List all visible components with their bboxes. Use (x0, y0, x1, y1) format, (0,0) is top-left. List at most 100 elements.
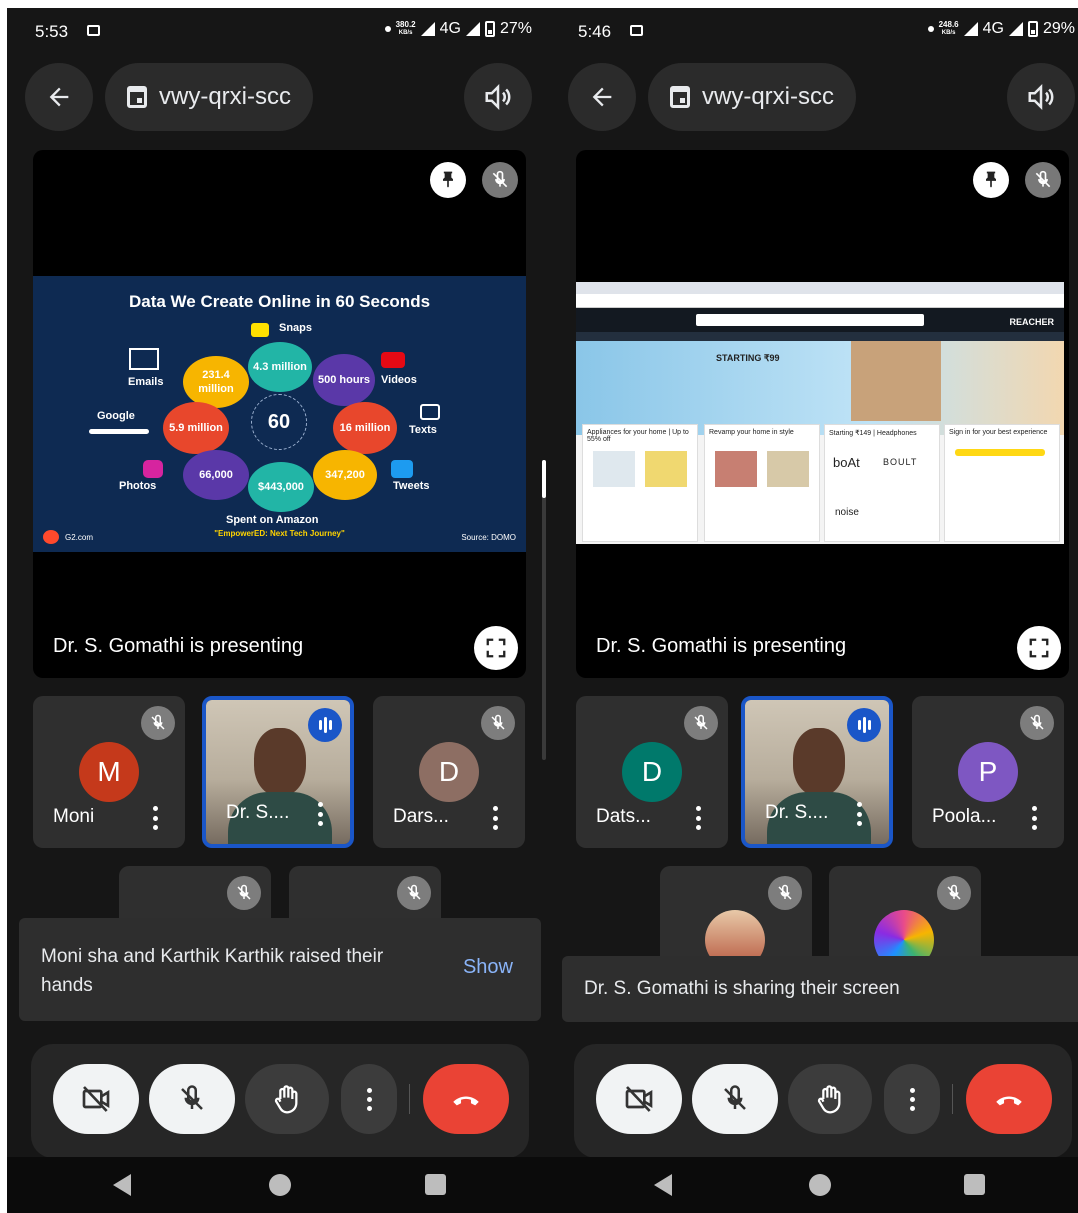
raise-hand-button[interactable] (788, 1064, 872, 1134)
meeting-info-button[interactable]: vwy-qrxi-scc (648, 63, 856, 131)
pin-icon (986, 171, 996, 188)
status-time: 5:53 (35, 22, 69, 41)
fullscreen-button[interactable] (474, 626, 518, 670)
pin-icon (443, 171, 453, 188)
speaker-icon (1028, 83, 1054, 111)
network-speed-unit: KB/s (941, 30, 956, 36)
participant-mic-off (937, 876, 971, 910)
more-vert-icon[interactable] (696, 806, 702, 830)
more-vert-icon (366, 1087, 372, 1111)
presentation-stage[interactable]: Data We Create Online in 60 Seconds Snap… (33, 150, 526, 678)
participant-name: Dr. S.... (765, 802, 829, 823)
slide-amazon-label: Spent on Amazon (226, 514, 319, 526)
nav-recents-icon[interactable] (964, 1174, 985, 1195)
participant-tile-speaking[interactable]: Dr. S.... (202, 696, 354, 848)
nav-back-icon[interactable] (113, 1174, 131, 1196)
network-type: 4G (982, 20, 1004, 37)
controls-divider (952, 1084, 953, 1114)
back-button[interactable] (25, 63, 93, 131)
end-call-button[interactable] (966, 1064, 1052, 1134)
meeting-code: vwy-qrxi-scc (702, 83, 834, 110)
participant-tile[interactable]: M Moni (33, 696, 185, 848)
battery-percent: 29% (1042, 20, 1075, 37)
raise-hand-icon (817, 1085, 841, 1114)
fullscreen-icon (486, 638, 506, 658)
nav-back-icon[interactable] (654, 1174, 672, 1196)
meeting-top-bar: vwy-qrxi-scc (7, 63, 552, 131)
snapchat-icon (251, 323, 269, 337)
participant-tile-speaking[interactable]: Dr. S.... (741, 696, 893, 848)
participant-mic-off (481, 706, 515, 740)
more-vert-icon[interactable] (1032, 806, 1038, 830)
meeting-top-bar: vwy-qrxi-scc (550, 63, 1078, 131)
slide-texts-value: 16 million (333, 402, 397, 454)
slide-center-number: 60 (251, 394, 307, 450)
nav-home-icon[interactable] (269, 1174, 291, 1196)
slide-texts-label: Texts (409, 424, 437, 436)
speaking-icon (308, 708, 342, 742)
avatar: M (79, 742, 139, 802)
hero-image (851, 341, 941, 421)
pin-button[interactable] (430, 162, 466, 198)
audio-output-button[interactable] (1007, 63, 1075, 131)
pin-button[interactable] (973, 162, 1009, 198)
slide-google-value: 5.9 million (163, 402, 229, 454)
back-button[interactable] (568, 63, 636, 131)
snackbar-message: Dr. S. Gomathi is sharing their screen (584, 978, 900, 999)
mic-off-icon (694, 714, 708, 730)
presenter-mic-off (482, 162, 518, 198)
brand-logo: BOULT (883, 457, 918, 467)
scroll-thumb[interactable] (542, 460, 546, 498)
twitter-icon (391, 460, 413, 478)
more-options-button[interactable] (341, 1064, 397, 1134)
controls-divider (409, 1084, 410, 1114)
right-phone-screen: 5:46 248.6 KB/s 4G 29% vwy-qrxi-scc REAC… (550, 8, 1078, 1213)
fullscreen-button[interactable] (1017, 626, 1061, 670)
participant-tile[interactable]: D Dats... (576, 696, 728, 848)
camera-toggle-button[interactable] (53, 1064, 139, 1134)
more-vert-icon[interactable] (318, 802, 324, 826)
nav-home-icon[interactable] (809, 1174, 831, 1196)
network-speed-unit: KB/s (398, 30, 413, 36)
camera-toggle-button[interactable] (596, 1064, 682, 1134)
nav-recents-icon[interactable] (425, 1174, 446, 1195)
raise-hand-button[interactable] (245, 1064, 329, 1134)
shop-card-image (715, 451, 757, 487)
shop-card-image (645, 451, 687, 487)
shop-card-title: Starting ₹149 | Headphones (829, 430, 917, 437)
more-vert-icon[interactable] (857, 802, 863, 826)
meeting-info-button[interactable]: vwy-qrxi-scc (105, 63, 313, 131)
more-vert-icon[interactable] (493, 806, 499, 830)
participant-mic-off (227, 876, 261, 910)
audio-output-button[interactable] (464, 63, 532, 131)
shop-card-image (593, 451, 635, 487)
notification-dot-icon (384, 26, 391, 32)
signal-icon (963, 22, 978, 36)
avatar: D (622, 742, 682, 802)
slide-emails-label: Emails (128, 376, 164, 388)
status-bar: 5:46 248.6 KB/s 4G 29% (550, 8, 1078, 48)
participant-mic-off (397, 876, 431, 910)
scrollbar[interactable] (542, 460, 546, 760)
youtube-icon (381, 352, 405, 368)
microphone-toggle-button[interactable] (149, 1064, 235, 1134)
shop-nav-bar: REACHER (576, 308, 1064, 332)
participant-name: Poola... (932, 806, 997, 827)
network-type: 4G (439, 20, 461, 37)
slide-snaps-label: Snaps (279, 322, 313, 334)
slide-emails-value: 231.4 million (183, 356, 249, 408)
more-vert-icon[interactable] (153, 806, 159, 830)
speaker-icon (485, 83, 511, 111)
status-time: 5:46 (578, 22, 612, 41)
end-call-button[interactable] (423, 1064, 509, 1134)
presentation-stage[interactable]: REACHER STARTING ₹99 Appliances for your… (576, 150, 1069, 678)
participant-tile[interactable]: P Poola... (912, 696, 1064, 848)
participant-mic-off (768, 876, 802, 910)
calendar-icon (127, 86, 147, 108)
participant-tile[interactable]: D Dars... (373, 696, 525, 848)
more-options-button[interactable] (884, 1064, 940, 1134)
snackbar-show-button[interactable]: Show (463, 956, 513, 979)
network-speed-value: 248.6 (938, 20, 959, 29)
microphone-toggle-button[interactable] (692, 1064, 778, 1134)
more-vert-icon (909, 1087, 915, 1111)
